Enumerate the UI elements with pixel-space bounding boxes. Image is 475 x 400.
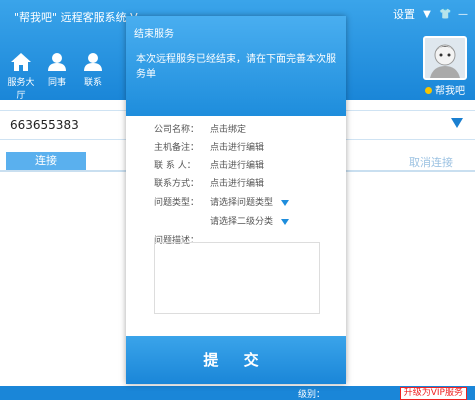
avatar[interactable]: [423, 36, 467, 80]
field-label: 联系方式：: [154, 179, 200, 189]
cancel-connect-button[interactable]: 取消连接: [409, 154, 453, 170]
field-label: 联 系 人：: [154, 161, 196, 171]
contact-method-edit-link[interactable]: 点击进行编辑: [210, 176, 264, 189]
description-textarea[interactable]: [154, 242, 320, 314]
nav-label: 同事: [47, 78, 66, 88]
issue-type-value: 请选择问题类型: [210, 198, 274, 208]
issue-subtype-select[interactable]: 请选择二级分类: [210, 214, 290, 227]
chevron-down-icon: [281, 218, 290, 225]
app-title: "帮我吧" 远程客服系统 V: [14, 11, 138, 24]
nav-item-service-hall[interactable]: 服务大厅: [4, 52, 38, 101]
submit-button[interactable]: 提 交: [126, 336, 346, 384]
nav-item-contacts[interactable]: 联系: [76, 52, 110, 101]
nav-bar: 服务大厅 同事 联系: [4, 52, 110, 101]
field-label: 公司名称：: [154, 125, 200, 135]
dialog-title: 结束服务: [134, 29, 174, 40]
help-label: 帮我吧: [435, 86, 465, 97]
home-icon: [11, 53, 31, 71]
user-icon: [48, 53, 66, 71]
status-dot-icon: [425, 87, 432, 94]
remote-id-input[interactable]: [8, 117, 112, 133]
minimize-icon[interactable]: —: [457, 9, 469, 20]
level-label: 级别：: [298, 390, 326, 400]
field-label: 主机备注：: [154, 143, 200, 153]
company-bind-link[interactable]: 点击绑定: [210, 122, 246, 135]
connect-button[interactable]: 连接: [6, 152, 86, 170]
nav-label: 服务大厅: [7, 78, 35, 101]
id-dropdown-icon[interactable]: [451, 118, 463, 128]
nav-item-colleague[interactable]: 同事: [40, 52, 74, 101]
contact-edit-link[interactable]: 点击进行编辑: [210, 158, 264, 171]
contacts-icon: [84, 53, 102, 71]
issue-subtype-value: 请选择二级分类: [210, 217, 274, 227]
host-note-edit-link[interactable]: 点击进行编辑: [210, 140, 264, 153]
skin-icon[interactable]: 👕: [439, 9, 451, 20]
issue-type-select[interactable]: 请选择问题类型: [210, 195, 290, 208]
dropdown-icon[interactable]: ▼: [421, 9, 433, 20]
dialog-message: 本次远程服务已经结束，请在下面完善本次服务单: [136, 54, 336, 80]
upgrade-vip-button[interactable]: 升级为VIP服务: [399, 387, 467, 400]
window-controls: 设置 ▼ 👕 —: [393, 6, 469, 22]
settings-button[interactable]: 设置: [393, 6, 415, 22]
chevron-down-icon: [281, 199, 290, 206]
nav-label: 联系: [83, 78, 102, 88]
status-bar: 级别： 升级为VIP服务: [0, 386, 475, 400]
avatar-face-icon: [425, 38, 465, 78]
end-service-dialog: 结束服务 本次远程服务已经结束，请在下面完善本次服务单 公司名称： 点击绑定 主…: [126, 16, 346, 384]
field-label: 问题类型：: [154, 198, 200, 208]
dialog-header: 结束服务 本次远程服务已经结束，请在下面完善本次服务单: [126, 16, 346, 116]
help-link[interactable]: 帮我吧: [425, 82, 465, 97]
